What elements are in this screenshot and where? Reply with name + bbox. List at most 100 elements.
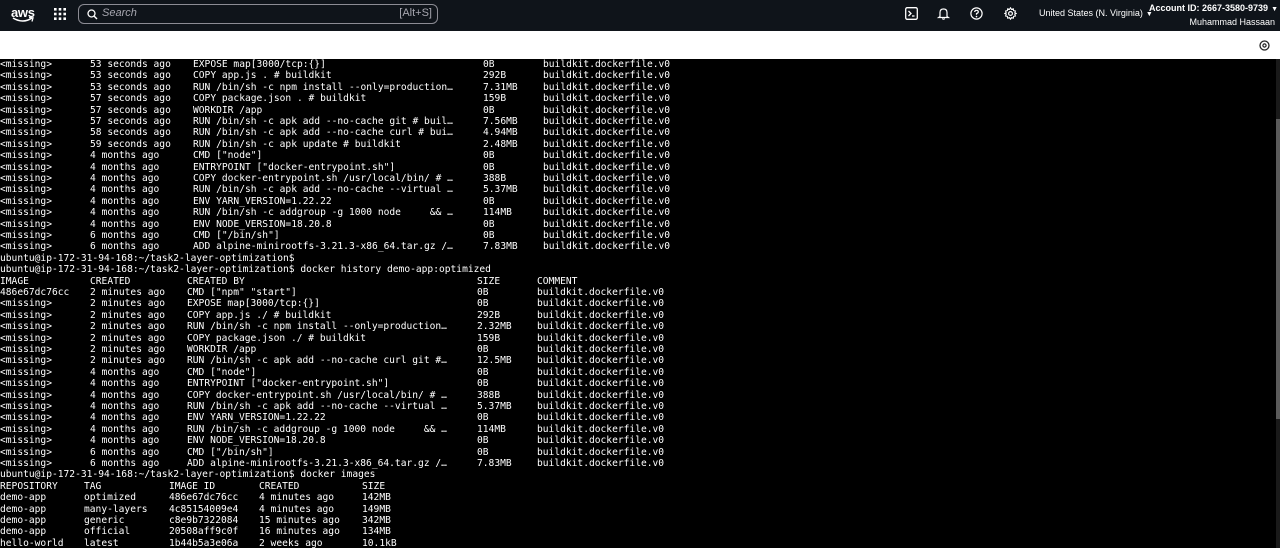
terminal-cell: ENTRYPOINT ["docker-entrypoint.sh"]	[193, 161, 396, 173]
terminal-cell: <missing>	[0, 93, 52, 105]
terminal-cell: COPY docker-entrypoint.sh /usr/local/bin…	[193, 173, 453, 184]
terminal-cell: CMD ["/bin/sh"]	[193, 230, 280, 241]
terminal-cell: 57 seconds ago	[90, 116, 171, 127]
terminal-cell: buildkit.dockerfile.v0	[537, 446, 665, 458]
help-icon[interactable]	[970, 7, 983, 20]
terminal-cell: 57 seconds ago	[90, 104, 171, 116]
terminal-cell: ENV YARN_VERSION=1.22.22	[187, 412, 326, 424]
terminal-cell: 6 months ago	[90, 458, 160, 469]
terminal-cell: 5.37MB	[477, 401, 512, 412]
terminal-cell: 2 minutes ago	[90, 309, 166, 321]
terminal-cell: 159B	[477, 332, 501, 344]
cloudshell-toolbar	[0, 31, 1280, 59]
terminal-cell: CMD ["node"]	[187, 366, 257, 378]
terminal-cell: ADD alpine-minirootfs-3.21.3-x86_64.tar.…	[193, 241, 453, 253]
terminal-cell: 6 months ago	[90, 446, 160, 458]
terminal-cell: COPY app.js . # buildkit	[193, 70, 332, 82]
terminal-cell: <missing>	[0, 138, 52, 150]
terminal-cell: 388B	[477, 389, 501, 401]
terminal-cell: buildkit.dockerfile.v0	[543, 241, 671, 253]
terminal-cell: 6 months ago	[90, 230, 160, 241]
services-grid-icon[interactable]	[54, 8, 66, 20]
terminal-cell: <missing>	[0, 446, 52, 458]
terminal-cell: 4 months ago	[90, 195, 160, 207]
account-id: Account ID: 2667-3580-9739	[1149, 3, 1269, 13]
terminal-cell: 4 months ago	[90, 366, 160, 378]
bell-icon[interactable]	[937, 7, 950, 20]
terminal-cell: <missing>	[0, 184, 52, 196]
terminal-cell: COPY package.json ./ # buildkit	[187, 332, 367, 344]
terminal-cell: buildkit.dockerfile.v0	[543, 138, 671, 150]
terminal-cell: RUN /bin/sh -c apk add --no-cache --virt…	[187, 401, 447, 412]
terminal-output[interactable]: <missing> 53 seconds ago EXPOSE map[3000/t…	[0, 59, 1272, 548]
terminal-cell: ENV NODE_VERSION=18.20.8	[193, 218, 332, 230]
terminal-cell: 7.31MB	[483, 81, 518, 93]
terminal-cell: optimized	[84, 492, 136, 504]
terminal-cell: ENTRYPOINT ["docker-entrypoint.sh"]	[187, 378, 390, 390]
terminal-cell: <missing>	[0, 458, 52, 469]
aws-smile-icon	[12, 17, 34, 22]
terminal-cell: 57 seconds ago	[90, 93, 171, 105]
terminal-cell: RUN /bin/sh -c apk add --no-cache --virt…	[193, 184, 453, 196]
terminal-cell: 0B	[483, 218, 495, 230]
terminal-cell: <missing>	[0, 116, 52, 127]
account-user-name: Muhammad Hassaan	[1189, 17, 1275, 27]
cloudshell-icon[interactable]	[905, 7, 918, 20]
terminal-cell: generic	[84, 515, 125, 526]
top-navigation-bar: aws Search [Alt+S] United States (N. Vir…	[0, 0, 1280, 31]
aws-logo[interactable]: aws	[11, 4, 35, 26]
terminal-cell: 0B	[483, 150, 495, 162]
terminal-cell: RUN /bin/sh -c apk update # buildkit	[193, 138, 401, 150]
terminal-cell: hello-world	[0, 537, 64, 548]
terminal-cell: <missing>	[0, 321, 52, 333]
terminal-cell: WORKDIR /app	[187, 344, 257, 355]
terminal-cell: 0B	[477, 435, 489, 447]
shell-command-line: ubuntu@ip-172-31-94-168:~/task2-layer-op…	[0, 264, 491, 276]
terminal-cell: 4 months ago	[90, 161, 160, 173]
terminal-cell: <missing>	[0, 309, 52, 321]
terminal-cell: 486e67dc76cc	[169, 492, 239, 504]
terminal-cell: <missing>	[0, 173, 52, 184]
terminal-cell: 7.56MB	[483, 116, 518, 127]
terminal-cell: 4 months ago	[90, 378, 160, 390]
terminal-cell: 4 months ago	[90, 207, 160, 219]
terminal-cell: buildkit.dockerfile.v0	[537, 389, 665, 401]
terminal-cell: 4 months ago	[90, 423, 160, 435]
settings-icon[interactable]	[1259, 40, 1270, 51]
terminal-cell: <missing>	[0, 70, 52, 82]
terminal-cell: 4 months ago	[90, 150, 160, 162]
scrollbar-thumb[interactable]	[1276, 119, 1280, 419]
terminal-cell: 2 minutes ago	[90, 298, 166, 310]
terminal-cell: COPY docker-entrypoint.sh /usr/local/bin…	[187, 389, 447, 401]
terminal-cell: buildkit.dockerfile.v0	[543, 150, 671, 162]
search-input[interactable]: Search [Alt+S]	[78, 4, 438, 24]
terminal-cell: 59 seconds ago	[90, 138, 171, 150]
terminal-cell: 15 minutes ago	[259, 515, 340, 526]
terminal-cell: <missing>	[0, 195, 52, 207]
terminal-cell: SIZE	[362, 480, 386, 492]
terminal-cell: <missing>	[0, 412, 52, 424]
terminal-cell: 0B	[477, 287, 489, 298]
terminal-cell: 4c85154009e4	[169, 503, 239, 515]
terminal-cell: ENV NODE_VERSION=18.20.8	[187, 435, 326, 447]
terminal-cell: buildkit.dockerfile.v0	[537, 401, 665, 412]
terminal-cell: buildkit.dockerfile.v0	[537, 344, 665, 355]
terminal-cell: 4 months ago	[90, 435, 160, 447]
region-selector[interactable]: United States (N. Virginia) ▼	[1039, 8, 1153, 18]
terminal-cell: CMD ["node"]	[193, 150, 263, 162]
terminal-cell: RUN /bin/sh -c npm install --only=produc…	[193, 81, 453, 93]
terminal-cell: 0B	[483, 104, 495, 116]
gear-icon[interactable]	[1004, 7, 1017, 20]
terminal-cell: RUN /bin/sh -c apk add --no-cache git # …	[193, 116, 453, 127]
terminal-cell: 292B	[477, 309, 501, 321]
terminal-cell: 0B	[477, 378, 489, 390]
terminal-cell: buildkit.dockerfile.v0	[543, 184, 671, 196]
terminal-cell: buildkit.dockerfile.v0	[537, 423, 665, 435]
terminal-scrollbar[interactable]	[1276, 59, 1280, 548]
terminal-cell: 2 minutes ago	[90, 287, 166, 298]
terminal-cell: COPY package.json . # buildkit	[193, 93, 367, 105]
terminal-cell: 4 months ago	[90, 389, 160, 401]
terminal-cell: buildkit.dockerfile.v0	[537, 321, 665, 333]
account-menu[interactable]: Account ID: 2667-3580-9739 ▼ Muhammad Has…	[1149, 2, 1278, 29]
terminal-cell: <missing>	[0, 332, 52, 344]
